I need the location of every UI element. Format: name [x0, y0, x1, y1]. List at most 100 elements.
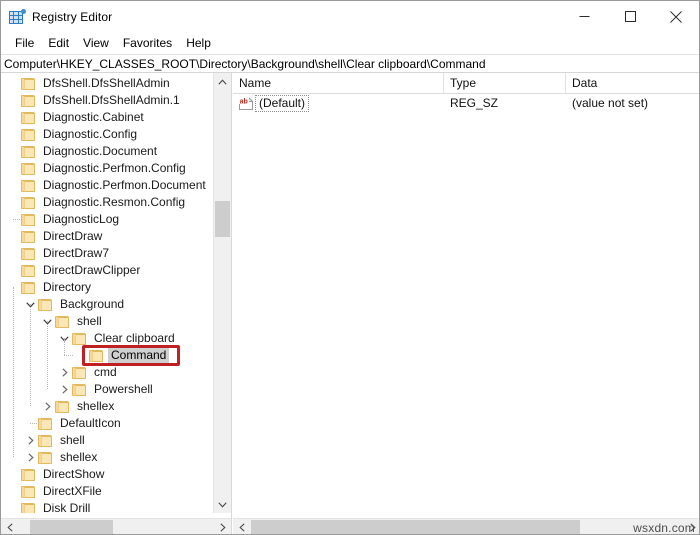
tree-item-label: shell	[57, 433, 88, 448]
tree-item[interactable]: DirectXFile	[1, 483, 213, 500]
tree-item[interactable]: DfsShell.DfsShellAdmin.1	[1, 92, 213, 109]
chevron-left-icon	[7, 523, 13, 532]
chevron-right-icon[interactable]	[23, 449, 38, 466]
minimize-button[interactable]	[561, 1, 607, 32]
chevron-right-icon[interactable]	[57, 364, 72, 381]
tree-item[interactable]: shellex	[1, 449, 213, 466]
tree-item[interactable]: Command	[1, 347, 213, 364]
value-data: (value not set)	[572, 94, 648, 113]
folder-icon	[21, 197, 35, 209]
tree-twisty-empty	[6, 160, 21, 177]
tree-item[interactable]: DiagnosticLog	[1, 211, 213, 228]
tree-vertical-scrollbar[interactable]	[213, 73, 231, 513]
tree-item[interactable]: Background	[1, 296, 213, 313]
folder-icon	[21, 214, 35, 226]
tree-item[interactable]: Diagnostic.Document	[1, 143, 213, 160]
tree-scroll-thumb[interactable]	[215, 201, 230, 237]
tree-guide-line	[64, 338, 65, 355]
tree-item[interactable]: Diagnostic.Perfmon.Document	[1, 177, 213, 194]
tree-twisty-empty	[6, 228, 21, 245]
maximize-button[interactable]	[607, 1, 653, 32]
value-name: (Default)	[255, 95, 309, 112]
tree-horizontal-scrollbar[interactable]	[1, 518, 231, 535]
scroll-up-button[interactable]	[214, 73, 231, 90]
tree-item[interactable]: shell	[1, 432, 213, 449]
tree-twisty-empty	[6, 483, 21, 500]
tree-item[interactable]: cmd	[1, 364, 213, 381]
tree-item[interactable]: Powershell	[1, 381, 213, 398]
svg-text:ab: ab	[240, 98, 248, 105]
maximize-icon	[625, 11, 636, 22]
tree-item[interactable]: shell	[1, 313, 213, 330]
chevron-right-icon[interactable]	[40, 398, 55, 415]
menu-item-help[interactable]: Help	[179, 34, 218, 53]
tree-item[interactable]: DirectDraw	[1, 228, 213, 245]
tree-item[interactable]: Diagnostic.Resmon.Config	[1, 194, 213, 211]
tree-item-label: shell	[74, 314, 105, 329]
tree-item[interactable]: Diagnostic.Perfmon.Config	[1, 160, 213, 177]
tree-item[interactable]: DirectDraw7	[1, 245, 213, 262]
tree-item[interactable]: shellex	[1, 398, 213, 415]
menu-item-file[interactable]: File	[8, 34, 41, 53]
close-button[interactable]	[653, 1, 699, 32]
registry-tree: DfsShell.DfsShellAdminDfsShell.DfsShellA…	[1, 73, 213, 513]
folder-icon	[21, 486, 35, 498]
tree-item[interactable]: Directory	[1, 279, 213, 296]
tree-item[interactable]: Diagnostic.Cabinet	[1, 109, 213, 126]
tree-item-label: Diagnostic.Cabinet	[40, 110, 147, 125]
tree-item-label: shellex	[57, 450, 100, 465]
tree-item-label: Diagnostic.Resmon.Config	[40, 195, 188, 210]
tree-item-label: DirectXFile	[40, 484, 105, 499]
tree-item-label: DfsShell.DfsShellAdmin	[40, 76, 173, 91]
folder-icon	[55, 316, 69, 328]
column-header-name[interactable]: Name	[233, 73, 444, 93]
tree-twisty-empty	[6, 143, 21, 160]
tree-twisty-empty	[6, 109, 21, 126]
folder-icon	[72, 384, 86, 396]
tree-guide-line	[30, 423, 39, 424]
value-type: REG_SZ	[450, 94, 498, 113]
values-hscroll-thumb[interactable]	[251, 520, 580, 535]
registry-editor-window: Registry Editor File Edit V	[0, 0, 700, 535]
table-row[interactable]: ab (Default) REG_SZ (value not set)	[233, 94, 700, 113]
chevron-right-icon[interactable]	[23, 432, 38, 449]
tree-item[interactable]: Clear clipboard	[1, 330, 213, 347]
address-bar[interactable]: Computer\HKEY_CLASSES_ROOT\Directory\Bac…	[1, 54, 699, 73]
chevron-right-icon[interactable]	[57, 381, 72, 398]
folder-icon	[38, 435, 52, 447]
values-horizontal-scrollbar[interactable]	[233, 518, 700, 535]
tree-item[interactable]: DirectDrawClipper	[1, 262, 213, 279]
tree-item-label: Diagnostic.Perfmon.Document	[40, 178, 209, 193]
tree-twisty-empty	[6, 177, 21, 194]
menu-item-edit[interactable]: Edit	[41, 34, 76, 53]
folder-icon	[21, 231, 35, 243]
tree-item-label: cmd	[91, 365, 120, 380]
chevron-right-icon	[220, 523, 226, 532]
tree-item-label: Background	[57, 297, 127, 312]
registry-values-pane: Name Type Data ab (Default) REG_S	[233, 73, 700, 535]
chevron-down-icon	[218, 502, 227, 508]
tree-item[interactable]: DfsShell.DfsShellAdmin	[1, 75, 213, 92]
menu-item-view[interactable]: View	[76, 34, 116, 53]
tree-guide-line	[30, 304, 31, 406]
tree-item[interactable]: Disk Drill	[1, 500, 213, 513]
tree-item[interactable]: DirectShow	[1, 466, 213, 483]
tree-item-label: Clear clipboard	[91, 331, 178, 346]
window-controls	[561, 1, 699, 32]
folder-icon	[55, 401, 69, 413]
menu-item-favorites[interactable]: Favorites	[116, 34, 179, 53]
tree-hscroll-thumb[interactable]	[30, 520, 113, 535]
folder-icon	[21, 112, 35, 124]
tree-twisty-empty	[6, 75, 21, 92]
scroll-right-button[interactable]	[214, 519, 231, 535]
folder-icon	[72, 367, 86, 379]
scroll-left-button[interactable]	[1, 519, 18, 535]
scroll-down-button[interactable]	[214, 496, 231, 513]
column-header-type[interactable]: Type	[444, 73, 566, 93]
registry-tree-pane: DfsShell.DfsShellAdminDfsShell.DfsShellA…	[1, 73, 232, 535]
folder-icon	[21, 503, 35, 514]
column-header-data[interactable]: Data	[566, 73, 700, 93]
folder-icon	[72, 333, 86, 345]
values-scroll-left-button[interactable]	[233, 519, 250, 535]
tree-item[interactable]: Diagnostic.Config	[1, 126, 213, 143]
